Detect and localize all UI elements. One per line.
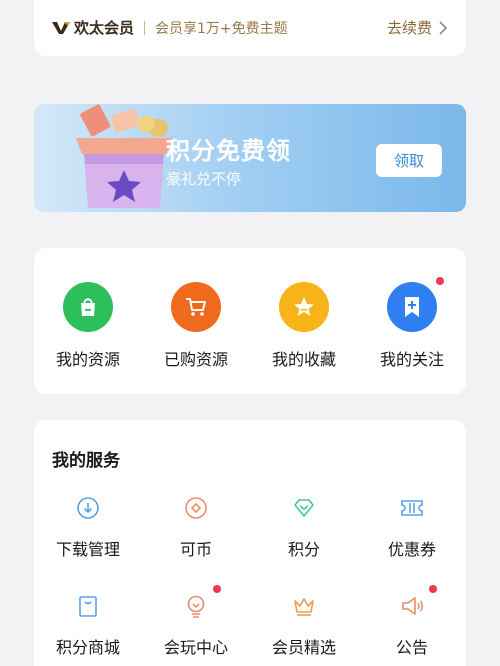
- banner-title: 积分免费领: [166, 137, 291, 165]
- service-play-center[interactable]: 会玩中心: [142, 585, 250, 658]
- shopping-bag-icon: [63, 282, 113, 332]
- quick-label: 我的关注: [379, 350, 444, 369]
- points-banner[interactable]: 积分免费领 豪礼兑不停 领取: [34, 104, 466, 212]
- service-coupons[interactable]: 优惠券: [358, 494, 466, 560]
- notification-dot: [213, 585, 221, 593]
- service-label: 积分: [287, 540, 320, 559]
- service-label: 可币: [179, 540, 212, 559]
- service-points[interactable]: 积分: [250, 494, 358, 560]
- quick-item-following[interactable]: 我的关注: [358, 248, 466, 394]
- service-label: 公告: [395, 638, 428, 657]
- coin-icon: [182, 494, 210, 522]
- service-coins[interactable]: 可币: [142, 494, 250, 560]
- quick-label: 我的收藏: [271, 350, 336, 369]
- notification-dot: [429, 585, 437, 593]
- banner-subtitle: 豪礼兑不停: [166, 170, 242, 188]
- chevron-right-icon: [439, 20, 448, 35]
- service-points-mall[interactable]: 积分商城: [34, 592, 142, 658]
- ticket-icon: [398, 494, 426, 522]
- quick-actions-card: 我的资源 已购资源 我的收藏 我的关注: [34, 248, 466, 394]
- section-title: 我的服务: [52, 451, 120, 471]
- vip-name: 欢太会员: [74, 19, 135, 37]
- download-icon: [74, 494, 102, 522]
- quick-label: 已购资源: [163, 350, 228, 369]
- vip-card[interactable]: 欢太会员 会员享1万+免费主题 去续费: [34, 0, 466, 56]
- service-label: 积分商城: [55, 638, 120, 657]
- diamond-icon: [290, 494, 318, 522]
- quick-item-my-resources[interactable]: 我的资源: [34, 248, 142, 394]
- quick-label: 我的资源: [55, 350, 120, 369]
- service-member-picks[interactable]: 会员精选: [250, 592, 358, 658]
- renew-label: 去续费: [386, 19, 432, 37]
- notification-dot: [436, 277, 444, 285]
- service-label: 会员精选: [271, 638, 336, 657]
- megaphone-icon: [398, 592, 426, 620]
- my-services-card: 我的服务 下载管理 可币 积分 优惠券 积分商城 会玩中心 会员精选 公告: [34, 420, 466, 666]
- quick-item-favorites[interactable]: 我的收藏: [250, 248, 358, 394]
- service-announcements[interactable]: 公告: [358, 585, 466, 658]
- service-label: 优惠券: [387, 540, 436, 559]
- crown-icon: [290, 592, 318, 620]
- service-label: 会玩中心: [163, 638, 228, 657]
- store-bag-icon: [74, 592, 102, 620]
- divider: [144, 20, 146, 35]
- star-icon: [279, 282, 329, 332]
- vip-logo-icon: [52, 21, 70, 34]
- gift-box-illustration: [76, 104, 172, 208]
- lightbulb-icon: [182, 592, 210, 620]
- renew-link[interactable]: 去续费: [387, 17, 448, 38]
- bookmark-plus-icon: [387, 282, 437, 332]
- cart-icon: [171, 282, 221, 332]
- vip-description: 会员享1万+免费主题: [155, 20, 288, 37]
- service-label: 下载管理: [55, 540, 120, 559]
- service-download[interactable]: 下载管理: [34, 494, 142, 560]
- quick-item-purchased[interactable]: 已购资源: [142, 248, 250, 394]
- claim-button[interactable]: 领取: [376, 144, 442, 177]
